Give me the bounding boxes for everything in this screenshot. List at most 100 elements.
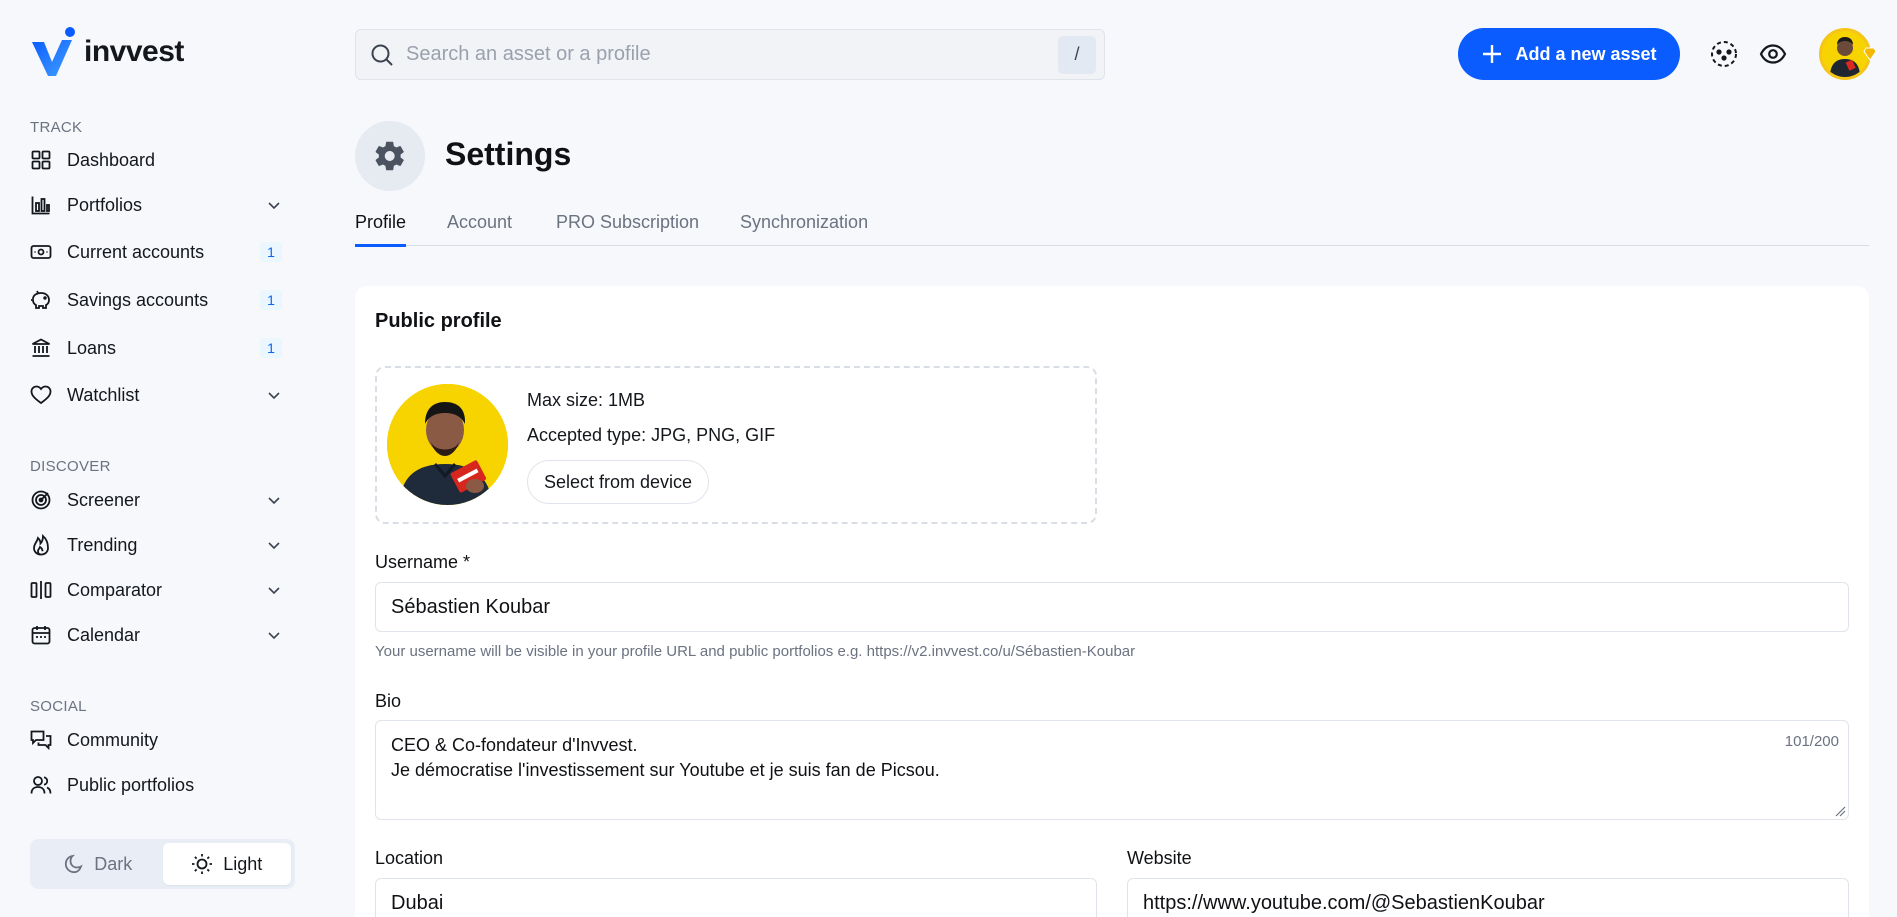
location-field[interactable]: Dubai — [375, 878, 1097, 917]
heart-icon — [30, 384, 52, 406]
plus-icon — [1483, 45, 1502, 63]
bio-char-counter: 101/200 — [1784, 733, 1839, 750]
bio-line-1: CEO & Co-fondateur d'Invvest. — [391, 735, 638, 755]
theme-light-label: Light — [223, 853, 263, 874]
tab-profile[interactable]: Profile — [355, 212, 407, 247]
pro-diamond-icon — [1863, 47, 1877, 61]
chevron-down-icon[interactable] — [266, 492, 282, 508]
brand-name: invvest — [84, 35, 184, 68]
settings-header-icon — [355, 121, 425, 191]
flame-icon — [30, 534, 52, 556]
settings-tabs: Profile Account PRO Subscription Synchro… — [355, 212, 1869, 247]
wallet-icon — [30, 241, 52, 263]
eye-icon[interactable] — [1759, 40, 1787, 68]
gear-icon — [375, 141, 404, 171]
add-asset-label: Add a new asset — [1515, 43, 1657, 64]
tab-synchronization[interactable]: Synchronization — [740, 212, 868, 246]
search-bar: / — [355, 29, 1105, 80]
sidebar-item-label: Public portfolios — [67, 774, 195, 795]
avatar-upload-dropzone[interactable]: Max size: 1MB Accepted type: JPG, PNG, G… — [375, 366, 1097, 524]
sidebar-item-comparator[interactable]: Comparator — [30, 570, 286, 610]
sidebar-item-watchlist[interactable]: Watchlist — [30, 375, 286, 415]
theme-light-option[interactable]: Light — [162, 843, 291, 885]
sidebar-item-calendar[interactable]: Calendar — [30, 615, 286, 655]
bank-icon — [30, 337, 52, 359]
location-label: Location — [375, 848, 444, 868]
sidebar-item-screener[interactable]: Screener — [30, 480, 286, 520]
moon-icon — [65, 854, 83, 874]
theme-dark-option[interactable]: Dark — [34, 843, 163, 885]
chat-icon — [30, 729, 52, 751]
search-input[interactable] — [406, 43, 1058, 66]
theme-switch: Dark Light — [30, 839, 295, 889]
privacy-dashed-circle-icon[interactable] — [1710, 40, 1738, 68]
profile-photo-image — [387, 384, 508, 505]
search-icon — [371, 44, 393, 66]
sidebar-item-label: Screener — [67, 489, 141, 510]
add-asset-button[interactable]: Add a new asset — [1458, 28, 1680, 80]
radar-icon — [30, 489, 52, 511]
sidebar-item-trending[interactable]: Trending — [30, 525, 286, 565]
tab-pro-subscription[interactable]: PRO Subscription — [556, 212, 699, 246]
sidebar-item-label: Portfolios — [67, 194, 143, 215]
chevron-down-icon[interactable] — [266, 537, 282, 553]
section-track: TRACK — [30, 119, 83, 136]
upload-accepted-types: Accepted type: JPG, PNG, GIF — [527, 425, 776, 445]
avatar-image — [1822, 31, 1868, 77]
chevron-down-icon[interactable] — [266, 582, 282, 598]
sidebar-item-label: Trending — [67, 534, 138, 555]
logo-icon — [32, 27, 75, 76]
profile-photo — [387, 384, 508, 505]
user-avatar[interactable] — [1819, 28, 1877, 80]
website-field[interactable]: https://www.youtube.com/@SebastienKoubar — [1127, 878, 1849, 917]
tab-account[interactable]: Account — [447, 212, 512, 246]
compare-icon — [30, 579, 52, 601]
brand-logo[interactable]: invvest — [30, 26, 184, 78]
sidebar-item-savings-accounts[interactable]: Savings accounts 1 — [30, 280, 286, 320]
search-shortcut-key: / — [1058, 35, 1096, 74]
bio-label: Bio — [375, 691, 402, 711]
page-title: Settings — [445, 136, 572, 172]
chevron-down-icon[interactable] — [266, 197, 282, 213]
upload-max-size: Max size: 1MB — [527, 390, 646, 410]
calendar-icon — [30, 624, 52, 646]
count-badge: 1 — [260, 338, 282, 358]
website-label: Website — [1127, 848, 1192, 868]
theme-dark-label: Dark — [94, 853, 133, 874]
chevron-down-icon[interactable] — [266, 627, 282, 643]
users-icon — [30, 774, 52, 796]
resize-handle-icon[interactable] — [1834, 805, 1846, 817]
sidebar-item-label: Current accounts — [67, 241, 205, 262]
username-help-text: Your username will be visible in your pr… — [375, 643, 1136, 660]
piggy-bank-icon — [30, 289, 52, 311]
sun-icon — [192, 854, 213, 874]
sidebar-item-current-accounts[interactable]: Current accounts 1 — [30, 232, 286, 272]
sidebar-item-label: Loans — [67, 337, 117, 358]
sidebar-item-dashboard[interactable]: Dashboard — [30, 140, 286, 180]
sidebar-item-portfolios[interactable]: Portfolios — [30, 185, 286, 225]
sidebar-item-community[interactable]: Community — [30, 720, 286, 760]
bio-line-2: Je démocratise l'investissement sur Yout… — [391, 760, 940, 780]
sidebar-item-label: Community — [67, 729, 159, 750]
username-field[interactable]: Sébastien Koubar — [375, 582, 1849, 632]
section-social: SOCIAL — [30, 698, 87, 715]
sidebar-item-label: Dashboard — [67, 149, 156, 170]
bar-chart-icon — [30, 194, 52, 216]
bio-textarea[interactable]: CEO & Co-fondateur d'Invvest. Je démocra… — [375, 720, 1849, 820]
sidebar-item-public-portfolios[interactable]: Public portfolios — [30, 765, 286, 805]
sidebar-item-label: Calendar — [67, 624, 141, 645]
username-label: Username * — [375, 552, 471, 572]
grid-icon — [30, 149, 52, 171]
section-title: Public profile — [375, 310, 502, 332]
sidebar-item-label: Comparator — [67, 579, 163, 600]
sidebar-item-label: Watchlist — [67, 384, 140, 405]
sidebar: invvest TRACK Dashboard Portfolios Curre… — [0, 0, 330, 917]
sidebar-item-loans[interactable]: Loans 1 — [30, 328, 286, 368]
section-discover: DISCOVER — [30, 458, 111, 475]
select-from-device-button[interactable]: Select from device — [527, 460, 710, 504]
count-badge: 1 — [260, 290, 282, 310]
count-badge: 1 — [260, 242, 282, 262]
sidebar-item-label: Savings accounts — [67, 289, 209, 310]
chevron-down-icon[interactable] — [266, 387, 282, 403]
public-profile-card: Public profile Max size: 1MB Accepted ty… — [355, 286, 1869, 917]
